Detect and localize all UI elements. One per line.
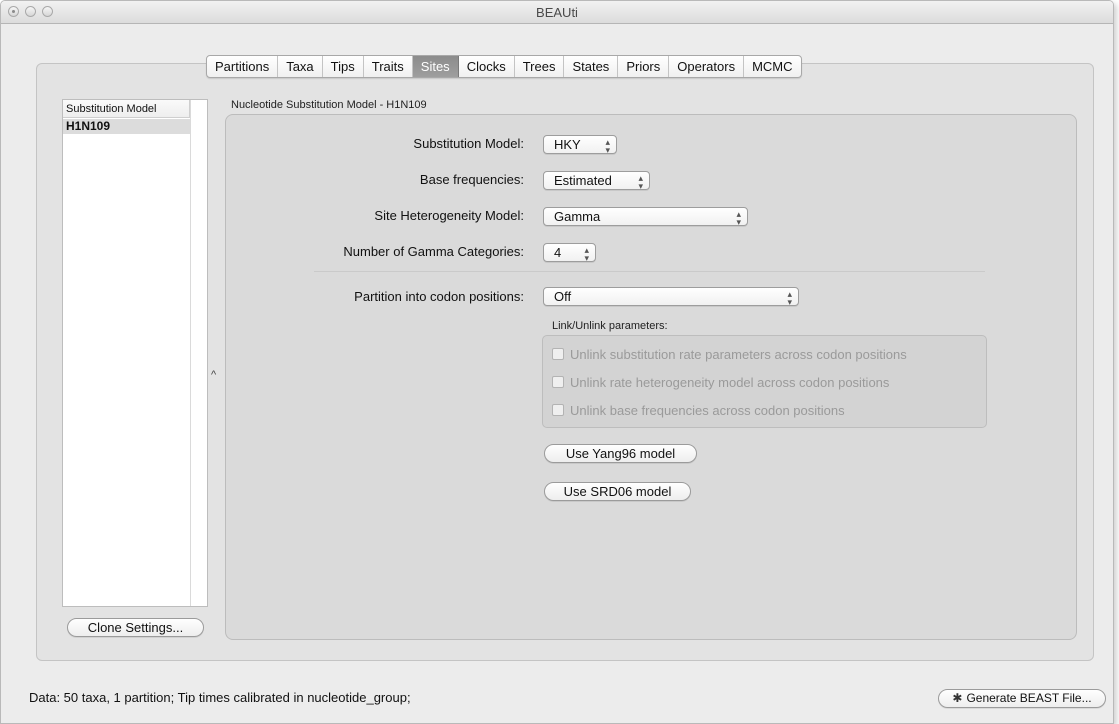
unlink-substitution-checkbox[interactable]: Unlink substitution rate parameters acro… <box>552 346 907 362</box>
partition-row-h1n109[interactable]: H1N109 <box>63 119 190 134</box>
status-text: Data: 50 taxa, 1 partition; Tip times ca… <box>29 690 411 705</box>
unlink-substitution-label: Unlink substitution rate parameters acro… <box>570 346 907 362</box>
chevron-updown-icon: ▴ ▾ <box>605 137 610 155</box>
base-frequencies-label: Base frequencies: <box>419 172 524 187</box>
split-pane-handle[interactable]: ^ <box>211 369 216 381</box>
unlink-basefreq-checkbox[interactable]: Unlink base frequencies across codon pos… <box>552 402 845 418</box>
gamma-categories-label: Number of Gamma Categories: <box>343 244 524 259</box>
substitution-model-value: HKY <box>554 137 581 152</box>
tab-traits[interactable]: Traits <box>364 56 413 77</box>
tab-taxa[interactable]: Taxa <box>278 56 323 77</box>
partition-list[interactable]: Substitution Model H1N109 <box>62 99 208 607</box>
tab-sites[interactable]: Sites <box>412 56 459 77</box>
tab-priors[interactable]: Priors <box>618 56 670 77</box>
gamma-categories-value: 4 <box>554 245 562 260</box>
window-title: BEAUti <box>536 5 578 20</box>
tab-tips[interactable]: Tips <box>323 56 364 77</box>
substitution-model-select[interactable]: HKY ▴ ▾ <box>543 135 617 155</box>
app-window: BEAUti Partitions Taxa Tips Traits Sites… <box>0 0 1114 724</box>
tab-clocks[interactable]: Clocks <box>459 56 515 77</box>
use-yang96-button[interactable]: Use Yang96 model <box>544 444 697 463</box>
chevron-updown-icon: ▴ ▾ <box>787 289 792 307</box>
generate-beast-file-button[interactable]: ✱ Generate BEAST File... <box>938 689 1106 708</box>
tab-operators[interactable]: Operators <box>669 56 745 77</box>
unlink-heterogeneity-label: Unlink rate heterogeneity model across c… <box>570 374 890 390</box>
chevron-updown-icon: ▴ ▾ <box>736 209 741 227</box>
tab-trees[interactable]: Trees <box>515 56 565 77</box>
site-heterogeneity-select[interactable]: Gamma ▴ ▾ <box>543 207 748 227</box>
clone-settings-button[interactable]: Clone Settings... <box>67 618 204 637</box>
base-frequencies-select[interactable]: Estimated ▴ ▾ <box>543 171 650 191</box>
tab-mcmc[interactable]: MCMC <box>744 56 800 77</box>
chevron-updown-icon: ▴ ▾ <box>638 173 643 191</box>
site-heterogeneity-label: Site Heterogeneity Model: <box>374 208 524 223</box>
tab-bar: Partitions Taxa Tips Traits Sites Clocks… <box>206 55 802 78</box>
checkbox-icon[interactable] <box>552 376 564 388</box>
gear-icon: ✱ <box>952 691 963 705</box>
use-srd06-button[interactable]: Use SRD06 model <box>544 482 691 501</box>
site-heterogeneity-value: Gamma <box>554 209 601 224</box>
model-panel-title: Nucleotide Substitution Model - H1N109 <box>231 99 427 111</box>
codon-partition-value: Off <box>554 289 572 304</box>
gamma-categories-select[interactable]: 4 ▴ ▾ <box>543 243 596 263</box>
partition-list-header[interactable]: Substitution Model <box>63 100 190 118</box>
section-divider <box>314 271 985 272</box>
base-frequencies-value: Estimated <box>554 173 612 188</box>
chevron-updown-icon: ▴ ▾ <box>584 245 589 263</box>
substitution-model-label: Substitution Model: <box>413 136 524 151</box>
title-bar: BEAUti <box>1 1 1113 24</box>
tab-states[interactable]: States <box>564 56 619 77</box>
list-scroll-divider <box>190 100 191 606</box>
checkbox-icon[interactable] <box>552 348 564 360</box>
link-unlink-label: Link/Unlink parameters: <box>552 320 668 332</box>
generate-beast-file-label: Generate BEAST File... <box>966 691 1092 705</box>
codon-partition-label: Partition into codon positions: <box>354 289 524 304</box>
unlink-basefreq-label: Unlink base frequencies across codon pos… <box>570 402 845 418</box>
unlink-heterogeneity-checkbox[interactable]: Unlink rate heterogeneity model across c… <box>552 374 889 390</box>
codon-partition-select[interactable]: Off ▴ ▾ <box>543 287 799 307</box>
tab-partitions[interactable]: Partitions <box>207 56 279 77</box>
checkbox-icon[interactable] <box>552 404 564 416</box>
